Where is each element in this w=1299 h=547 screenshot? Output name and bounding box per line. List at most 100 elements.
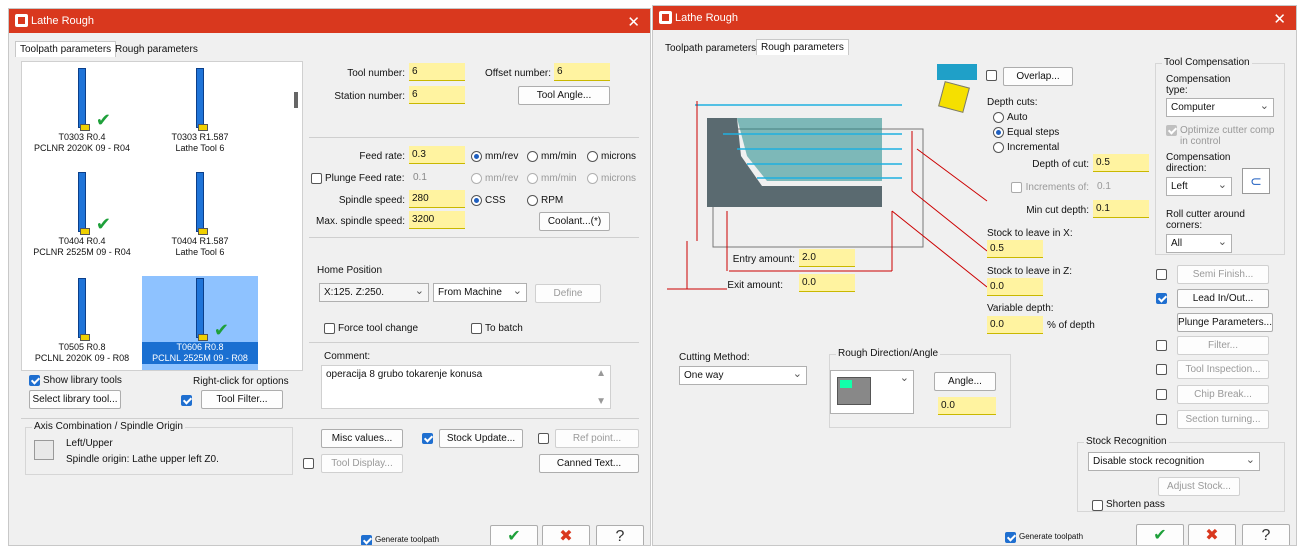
- stock-z-field[interactable]: 0.0: [987, 278, 1043, 296]
- equal-steps-radio[interactable]: [993, 127, 1004, 138]
- semi-finish-checkbox[interactable]: [1156, 269, 1167, 280]
- rough-direction-select[interactable]: [830, 370, 914, 414]
- tool-inspection-checkbox[interactable]: [1156, 364, 1167, 375]
- define-button[interactable]: Define: [535, 284, 601, 303]
- variable-depth-field[interactable]: 0.0: [987, 316, 1043, 334]
- lathe-origin-icon: [34, 440, 54, 460]
- section-turning-button[interactable]: Section turning...: [1177, 410, 1269, 429]
- plunge-parameters-button[interactable]: Plunge Parameters...: [1177, 313, 1273, 332]
- angle-field[interactable]: 0.0: [938, 397, 996, 415]
- station-number-field[interactable]: 6: [409, 86, 465, 104]
- css-radio[interactable]: [471, 195, 482, 206]
- tab-toolpath-parameters[interactable]: Toolpath parameters: [15, 41, 117, 57]
- lead-in-out-checkbox[interactable]: [1156, 293, 1167, 304]
- generate-toolpath-checkbox[interactable]: [361, 535, 372, 545]
- tool-display-button[interactable]: Tool Display...: [321, 454, 403, 473]
- coolant-button[interactable]: Coolant...(*): [539, 212, 610, 231]
- mm-rev-radio[interactable]: [471, 151, 482, 162]
- angle-button[interactable]: Angle...: [934, 372, 996, 391]
- feed-rate-field[interactable]: 0.3: [409, 146, 465, 164]
- depth-of-cut-field[interactable]: 0.5: [1093, 154, 1149, 172]
- tool-display-checkbox[interactable]: [303, 458, 314, 469]
- tab-toolpath-parameters[interactable]: Toolpath parameters: [661, 41, 760, 57]
- stock-recognition-select[interactable]: Disable stock recognition: [1088, 452, 1260, 471]
- spindle-speed-field[interactable]: 280: [409, 190, 465, 208]
- close-icon[interactable]: ✕: [627, 13, 640, 31]
- check-icon: ✔: [95, 110, 111, 130]
- close-icon[interactable]: ✕: [1273, 10, 1286, 28]
- tool-item[interactable]: ✔ T0404 R0.4 PCLNR 2525M 09 - R04: [24, 170, 140, 266]
- lead-in-out-button[interactable]: Lead In/Out...: [1177, 289, 1269, 308]
- scrollbar[interactable]: [294, 92, 298, 108]
- ok-button[interactable]: ✔: [490, 525, 538, 545]
- chip-break-button[interactable]: Chip Break...: [1177, 385, 1269, 404]
- tool-item-selected[interactable]: ✔ T0606 R0.8 PCLNL 2525M 09 - R08: [142, 276, 258, 370]
- roll-cutter-select[interactable]: All: [1166, 234, 1232, 253]
- tool-item[interactable]: T0505 R0.8 PCLNL 2020K 09 - R08: [24, 276, 140, 372]
- tab-rough-parameters[interactable]: Rough parameters: [756, 39, 849, 55]
- right-click-hint: Right-click for options: [193, 376, 289, 387]
- tool-inspection-button[interactable]: Tool Inspection...: [1177, 360, 1269, 379]
- scroll-up-icon[interactable]: ▲: [596, 368, 606, 379]
- exit-amount-field[interactable]: 0.0: [799, 274, 855, 292]
- filter-checkbox[interactable]: [1156, 340, 1167, 351]
- tool-list[interactable]: ✔ T0303 R0.4 PCLNR 2020K 09 - R04 T0303 R…: [21, 61, 303, 371]
- tool-number-field[interactable]: 6: [409, 63, 465, 81]
- force-tool-change-checkbox[interactable]: [324, 323, 335, 334]
- generate-toolpath-checkbox[interactable]: [1005, 532, 1016, 543]
- tool-item[interactable]: T0303 R1.587 Lathe Tool 6: [142, 66, 258, 162]
- canned-text-button[interactable]: Canned Text...: [539, 454, 639, 473]
- cancel-button[interactable]: ✖: [542, 525, 590, 545]
- comment-textarea[interactable]: operacija 8 grubo tokarenje konusa ▲ ▼: [321, 365, 611, 409]
- increments-checkbox[interactable]: [1011, 182, 1022, 193]
- overlap-button[interactable]: Overlap...: [1003, 67, 1073, 86]
- shorten-pass-checkbox[interactable]: [1092, 500, 1103, 511]
- optimize-checkbox[interactable]: [1166, 125, 1177, 136]
- filter-button[interactable]: Filter...: [1177, 336, 1269, 355]
- chip-break-checkbox[interactable]: [1156, 389, 1167, 400]
- min-cut-depth-field[interactable]: 0.1: [1093, 200, 1149, 218]
- stock-x-field[interactable]: 0.5: [987, 240, 1043, 258]
- tool-filter-checkbox[interactable]: [181, 395, 192, 406]
- plunge-feed-checkbox[interactable]: [311, 173, 322, 184]
- ref-point-button[interactable]: Ref point...: [555, 429, 639, 448]
- left-window-title: Lathe Rough: [31, 15, 94, 27]
- section-turning-checkbox[interactable]: [1156, 414, 1167, 425]
- tab-rough-parameters[interactable]: Rough parameters: [111, 42, 202, 58]
- ref-point-checkbox[interactable]: [538, 433, 549, 444]
- mm-min-radio[interactable]: [527, 151, 538, 162]
- max-spindle-field[interactable]: 3200: [409, 211, 465, 229]
- to-batch-checkbox[interactable]: [471, 323, 482, 334]
- tool-filter-button[interactable]: Tool Filter...: [201, 390, 283, 409]
- help-button[interactable]: ?: [596, 525, 644, 545]
- comp-direction-select[interactable]: Left: [1166, 177, 1232, 196]
- overlap-checkbox[interactable]: [986, 70, 997, 81]
- semi-finish-button[interactable]: Semi Finish...: [1177, 265, 1269, 284]
- rpm-radio[interactable]: [527, 195, 538, 206]
- stock-update-button[interactable]: Stock Update...: [439, 429, 523, 448]
- home-source-select[interactable]: From Machine: [433, 283, 527, 302]
- select-library-tool-button[interactable]: Select library tool...: [29, 390, 121, 409]
- ok-button[interactable]: ✔: [1136, 524, 1184, 545]
- comp-type-select[interactable]: Computer: [1166, 98, 1274, 117]
- home-position-field[interactable]: X:125. Z:250.: [319, 283, 429, 302]
- entry-amount-field[interactable]: 2.0: [799, 249, 855, 267]
- tool-angle-button[interactable]: Tool Angle...: [518, 86, 610, 105]
- scroll-down-icon[interactable]: ▼: [596, 396, 606, 407]
- percent-of-depth-label: % of depth: [1047, 320, 1095, 331]
- cutting-method-select[interactable]: One way: [679, 366, 807, 385]
- misc-values-button[interactable]: Misc values...: [321, 429, 403, 448]
- microns-radio[interactable]: [587, 151, 598, 162]
- incremental-radio[interactable]: [993, 142, 1004, 153]
- tool-item[interactable]: ✔ T0303 R0.4 PCLNR 2020K 09 - R04: [24, 66, 140, 162]
- stock-update-checkbox[interactable]: [422, 433, 433, 444]
- tool-item[interactable]: T0404 R1.587 Lathe Tool 6: [142, 170, 258, 266]
- cancel-button[interactable]: ✖: [1188, 524, 1236, 545]
- auto-radio[interactable]: [993, 112, 1004, 123]
- offset-number-field[interactable]: 6: [554, 63, 610, 81]
- auto-label: Auto: [1007, 112, 1028, 123]
- increments-value: 0.1: [1097, 181, 1111, 192]
- show-library-checkbox[interactable]: [29, 375, 40, 386]
- adjust-stock-button[interactable]: Adjust Stock...: [1158, 477, 1240, 496]
- help-button[interactable]: ?: [1242, 524, 1290, 545]
